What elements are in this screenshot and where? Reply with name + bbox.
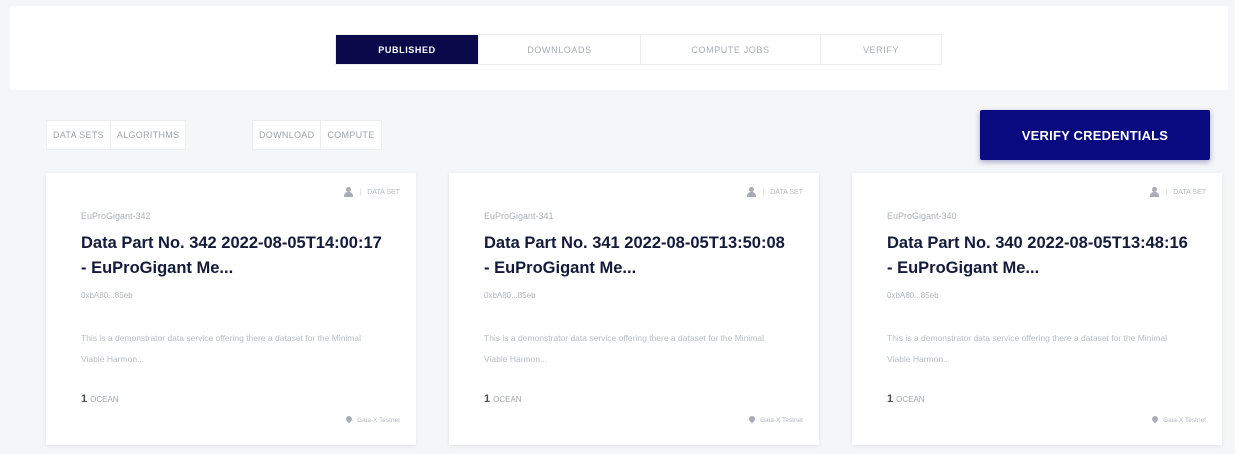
- asset-symbol: EuProGigant-340: [887, 211, 957, 221]
- access-type-filter: DOWNLOAD COMPUTE: [252, 120, 382, 150]
- asset-price: 1 OCEAN: [484, 393, 522, 405]
- network-label: Gaia-X Testnet: [357, 416, 400, 424]
- filter-download[interactable]: DOWNLOAD: [253, 121, 322, 149]
- tab-published[interactable]: PUBLISHED: [336, 35, 479, 64]
- verify-credentials-button[interactable]: VERIFY CREDENTIALS: [980, 110, 1210, 160]
- price-value: 1: [887, 393, 894, 405]
- tab-verify[interactable]: VERIFY: [821, 35, 941, 64]
- network-label: Gaia-X Testnet: [760, 416, 803, 424]
- publisher-address[interactable]: 0xbA80...85eb: [887, 291, 939, 300]
- filter-compute[interactable]: COMPUTE: [321, 121, 380, 149]
- asset-type-tag: | DATA SET: [1150, 187, 1206, 197]
- network-tag: Gaia-X Testnet: [346, 416, 400, 424]
- asset-card[interactable]: | DATA SET EuProGigant-341 Data Part No.…: [449, 173, 819, 445]
- asset-type-label: DATA SET: [1173, 188, 1206, 196]
- publisher-address[interactable]: 0xbA80...85eb: [81, 291, 133, 300]
- network-icon: [749, 416, 755, 424]
- network-tag: Gaia-X Testnet: [749, 416, 803, 424]
- asset-card[interactable]: | DATA SET EuProGigant-342 Data Part No.…: [46, 173, 416, 445]
- asset-description: This is a demonstrator data service offe…: [887, 333, 1168, 364]
- network-icon: [1152, 416, 1158, 424]
- user-icon: [747, 187, 757, 197]
- price-currency: OCEAN: [493, 395, 522, 404]
- asset-description: This is a demonstrator data service offe…: [484, 333, 765, 364]
- separator: |: [1165, 188, 1168, 196]
- tab-compute-jobs[interactable]: COMPUTE JOBS: [641, 35, 821, 64]
- asset-price: 1 OCEAN: [81, 393, 119, 405]
- price-currency: OCEAN: [90, 395, 119, 404]
- asset-title: Data Part No. 340 2022-08-05T13:48:16 - …: [887, 234, 1188, 277]
- publisher-address[interactable]: 0xbA80...85eb: [484, 291, 536, 300]
- asset-type-label: DATA SET: [367, 188, 400, 196]
- asset-type-tag: | DATA SET: [344, 187, 400, 197]
- tab-downloads[interactable]: DOWNLOADS: [479, 35, 641, 64]
- network-icon: [346, 416, 352, 424]
- asset-description: This is a demonstrator data service offe…: [81, 333, 362, 364]
- history-tabs: PUBLISHED DOWNLOADS COMPUTE JOBS VERIFY: [335, 34, 942, 65]
- asset-type-label: DATA SET: [770, 188, 803, 196]
- asset-type-filter: DATA SETS ALGORITHMS: [46, 120, 187, 150]
- asset-title: Data Part No. 342 2022-08-05T14:00:17 - …: [81, 234, 382, 277]
- asset-symbol: EuProGigant-342: [81, 211, 151, 221]
- asset-type-tag: | DATA SET: [747, 187, 803, 197]
- user-icon: [344, 187, 354, 197]
- price-value: 1: [81, 393, 88, 405]
- user-icon: [1150, 187, 1160, 197]
- asset-symbol: EuProGigant-341: [484, 211, 554, 221]
- separator: |: [359, 188, 362, 196]
- filter-data-sets[interactable]: DATA SETS: [47, 121, 111, 149]
- filter-algorithms[interactable]: ALGORITHMS: [111, 121, 186, 149]
- asset-price: 1 OCEAN: [887, 393, 925, 405]
- network-tag: Gaia-X Testnet: [1152, 416, 1206, 424]
- price-currency: OCEAN: [896, 395, 925, 404]
- separator: |: [762, 188, 765, 196]
- asset-title: Data Part No. 341 2022-08-05T13:50:08 - …: [484, 234, 785, 277]
- asset-card[interactable]: | DATA SET EuProGigant-340 Data Part No.…: [852, 173, 1222, 445]
- network-label: Gaia-X Testnet: [1163, 416, 1206, 424]
- price-value: 1: [484, 393, 491, 405]
